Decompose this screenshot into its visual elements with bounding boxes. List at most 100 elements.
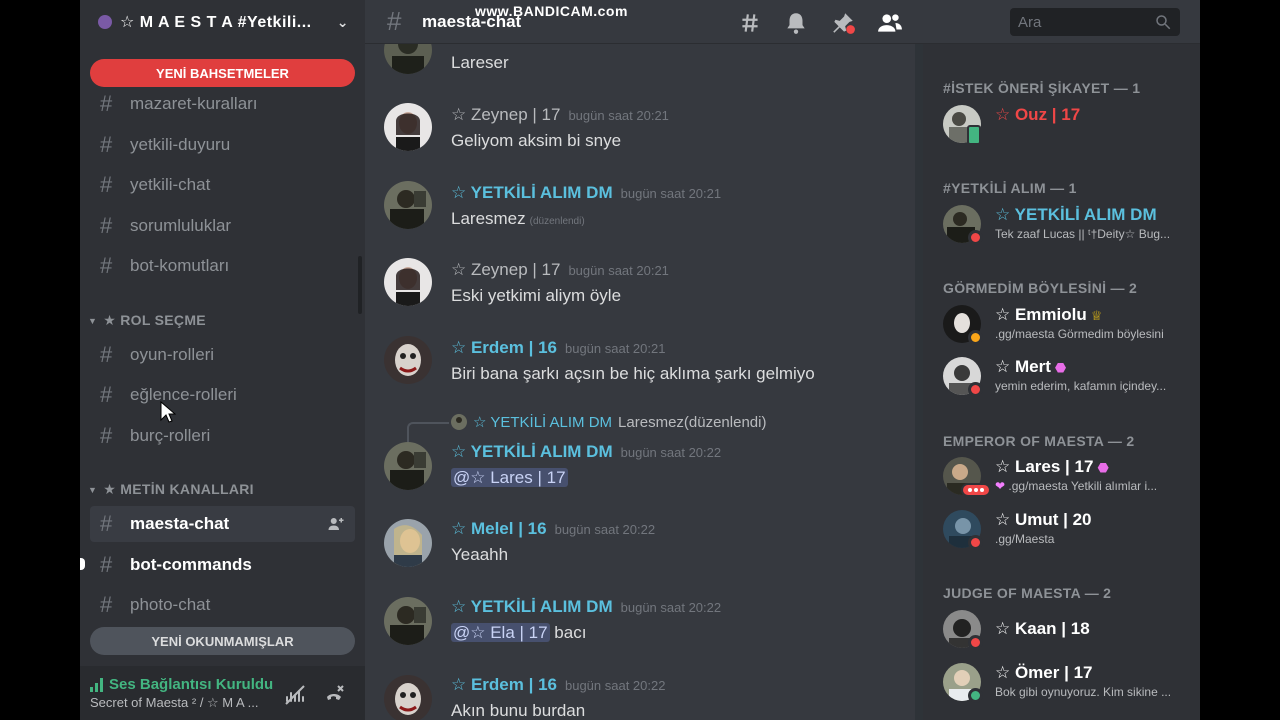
channel-item[interactable]: # yetkili-chat xyxy=(90,167,355,203)
dnd-status-icon xyxy=(968,535,983,550)
reply-author: ☆ YETKİLİ ALIM DM xyxy=(473,414,613,431)
member-list-icon[interactable] xyxy=(877,10,903,36)
dnd-status-icon xyxy=(968,382,983,397)
avatar[interactable] xyxy=(384,336,432,384)
voice-channel-name[interactable]: Secret of Maesta ² / ☆ M A ... xyxy=(90,695,280,711)
user-mention[interactable]: @☆ Lares | 17 xyxy=(451,468,568,487)
message-content: Geliyom aksim bi snye xyxy=(451,131,622,150)
channel-item[interactable]: # yetkili-duyuru xyxy=(90,127,355,163)
sidebar-scrollbar[interactable] xyxy=(358,256,362,314)
author-name: ☆ Erdem | 16 xyxy=(451,338,557,357)
voice-status[interactable]: Ses Bağlantısı Kuruldu xyxy=(90,676,355,693)
avatar[interactable] xyxy=(384,442,432,490)
avatar xyxy=(943,305,983,345)
channel-name: photo-chat xyxy=(130,595,211,614)
message-text: Laresmez xyxy=(451,209,526,228)
unread-indicator xyxy=(80,558,85,570)
member-name: ☆ Ömer | 17 xyxy=(995,663,1093,682)
hash-icon: # xyxy=(100,552,113,577)
channel-item[interactable]: # mazaret-kuralları xyxy=(90,86,355,122)
message-author[interactable]: ☆ Erdem | 16 bugün saat 20:22 xyxy=(451,675,665,695)
member-item[interactable]: ☆ Ouz | 17 xyxy=(943,105,1193,149)
member-item[interactable]: ☆ YETKİLİ ALIM DM Tek zaaf Lucas || ᵗ†De… xyxy=(943,205,1193,249)
guild-header[interactable]: ☆ M A E S T A #Yetkili... ⌄ xyxy=(80,0,365,44)
message-author[interactable]: ☆ Erdem | 16 bugün saat 20:21 xyxy=(451,338,665,358)
member-item[interactable]: ☆ Emmiolu ♕ .gg/maesta Görmedim böylesini xyxy=(943,305,1193,349)
channel-item[interactable]: # photo-chat xyxy=(90,587,355,623)
channel-name: burç-rolleri xyxy=(130,426,211,445)
avatar xyxy=(943,205,983,245)
category-header[interactable]: ▼ ★ METİN KANALLARI xyxy=(88,481,254,498)
chevron-down-icon[interactable]: ⌄ xyxy=(337,14,349,31)
inbox-icon[interactable] xyxy=(1198,10,1200,36)
avatar[interactable] xyxy=(384,103,432,151)
message-content: Laresmez (düzenlendi) xyxy=(451,209,585,229)
avatar[interactable] xyxy=(384,519,432,567)
hash-icon: # xyxy=(100,172,113,197)
member-item[interactable]: ☆ Umut | 20 .gg/Maesta xyxy=(943,510,1193,554)
channel-item[interactable]: # sorumluluklar xyxy=(90,208,355,244)
pin-icon[interactable] xyxy=(830,10,856,36)
message-author[interactable]: ☆ Zeynep | 17 bugün saat 20:21 xyxy=(451,260,669,280)
hash-icon: # xyxy=(100,511,113,536)
chat-scrollbar[interactable] xyxy=(915,44,923,720)
message-timestamp: bugün saat 20:21 xyxy=(568,263,669,278)
channel-item[interactable]: # burç-rolleri xyxy=(90,418,355,454)
member-group-title: GÖRMEDİM BÖYLESİNİ — 2 xyxy=(943,280,1138,296)
avatar[interactable] xyxy=(384,181,432,229)
category-header[interactable]: ▼ ★ ROL SEÇME xyxy=(88,312,206,329)
member-item[interactable]: ☆ Ömer | 17 Bok gibi oynuyoruz. Kim siki… xyxy=(943,663,1193,707)
new-unreads-button[interactable]: YENİ OKUNMAMIŞLAR xyxy=(90,627,355,655)
bell-icon[interactable] xyxy=(783,10,809,36)
noise-suppression-icon[interactable] xyxy=(283,683,307,707)
message-author[interactable]: ☆ YETKİLİ ALIM DM bugün saat 20:22 xyxy=(451,442,721,462)
voice-status-text: Ses Bağlantısı Kuruldu xyxy=(109,676,274,693)
hash-icon: # xyxy=(100,253,113,278)
message-author[interactable]: ☆ YETKİLİ ALIM DM bugün saat 20:21 xyxy=(451,183,721,203)
channel-item-active[interactable]: # maesta-chat xyxy=(90,506,355,542)
channel-name: yetkili-chat xyxy=(130,175,211,194)
avatar[interactable] xyxy=(384,675,432,720)
channel-item[interactable]: # bot-commands xyxy=(90,547,355,583)
message-author[interactable]: ☆ YETKİLİ ALIM DM bugün saat 20:22 xyxy=(451,597,721,617)
channel-sidebar: ☆ M A E S T A #Yetkili... ⌄ # mazaret-ku… xyxy=(80,0,365,720)
discord-window: ☆ M A E S T A #Yetkili... ⌄ # mazaret-ku… xyxy=(80,0,1200,720)
message-author[interactable]: ☆ Melel | 16 bugün saat 20:22 xyxy=(451,519,655,539)
user-mention[interactable]: @☆ Ela | 17 xyxy=(451,623,550,642)
channel-item[interactable]: # eğlence-rolleri xyxy=(90,377,355,413)
author-name: ☆ YETKİLİ ALIM DM xyxy=(451,597,613,616)
message-author[interactable]: ☆ Zeynep | 17 bugün saat 20:21 xyxy=(451,105,669,125)
avatar[interactable] xyxy=(384,258,432,306)
idle-status-icon xyxy=(968,330,983,345)
disconnect-icon[interactable] xyxy=(323,683,347,707)
channel-name: mazaret-kuralları xyxy=(130,94,258,113)
crown-icon: ♕ xyxy=(1090,308,1103,323)
boost-gem-icon: ⬣ xyxy=(1097,460,1109,475)
author-name: ☆ Erdem | 16 xyxy=(451,675,557,694)
reply-avatar xyxy=(451,414,467,430)
avatar xyxy=(943,357,983,397)
channel-name: bot-komutları xyxy=(130,256,230,275)
member-name-text: ☆ Mert xyxy=(995,357,1051,376)
threads-icon[interactable] xyxy=(737,10,763,36)
avatar xyxy=(943,663,983,703)
reply-preview[interactable]: ☆ YETKİLİ ALIM DM Laresmez (düzenlendi) xyxy=(451,413,766,431)
avatar[interactable] xyxy=(384,597,432,645)
search-input[interactable]: Ara xyxy=(1010,8,1180,36)
member-item[interactable]: ☆ Mert ⬣ yemin ederim, kafamın içindey... xyxy=(943,357,1193,401)
author-name: ☆ Zeynep | 17 xyxy=(451,260,561,279)
member-group-title: EMPEROR OF MAESTA — 2 xyxy=(943,433,1135,449)
add-member-icon[interactable] xyxy=(327,515,345,533)
channel-item[interactable]: # bot-komutları xyxy=(90,248,355,284)
channel-item[interactable]: # oyun-rolleri xyxy=(90,337,355,373)
search-placeholder: Ara xyxy=(1018,14,1042,31)
member-item[interactable]: ☆ Kaan | 18 xyxy=(943,610,1193,654)
caret-down-icon: ▼ xyxy=(88,484,98,495)
guild-icon xyxy=(98,15,112,29)
new-mentions-button[interactable]: YENİ BAHSETMELER xyxy=(90,59,355,87)
channel-name: bot-commands xyxy=(130,555,252,574)
member-status-text: .gg/Maesta xyxy=(995,532,1055,546)
member-item[interactable]: ☆ Lares | 17 ⬣ ❤ .gg/maesta Yetkili alıml… xyxy=(943,457,1193,501)
message-content: @☆ Ela | 17 bacı xyxy=(451,623,586,643)
message-timestamp: bugün saat 20:21 xyxy=(620,186,722,201)
